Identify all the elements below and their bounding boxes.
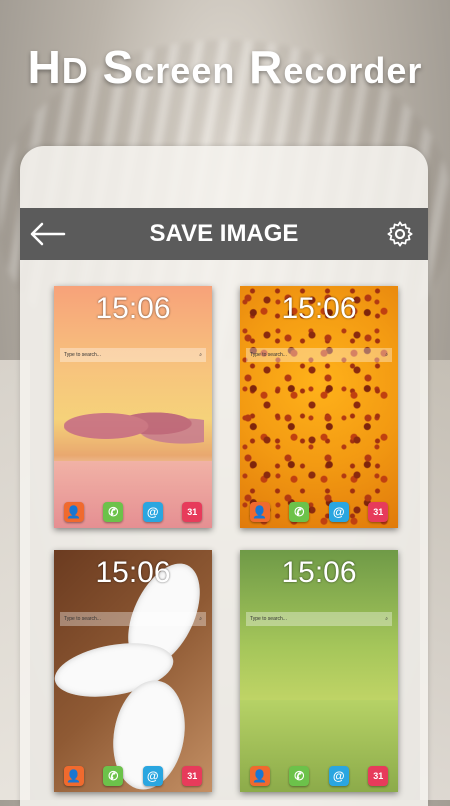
- wallpaper-card[interactable]: 15:06 Type to search... ⌕ 👤 ✆ @ 31: [54, 550, 212, 792]
- clock-time: 15:06: [95, 292, 171, 325]
- app-headline: HD Screen Recorder: [27, 41, 423, 93]
- search-icon: ⌕: [199, 352, 202, 358]
- search-icon: ⌕: [385, 352, 388, 358]
- toolbar: SAVE IMAGE: [20, 208, 428, 260]
- search-placeholder: Type to search...: [64, 616, 101, 622]
- calendar-icon[interactable]: 31: [182, 766, 203, 786]
- back-arrow-icon: [30, 222, 66, 246]
- search-icon: ⌕: [385, 616, 388, 622]
- wallpaper-card[interactable]: 15:06 Type to search... ⌕ 👤 ✆ @ 31: [54, 286, 212, 528]
- calendar-icon[interactable]: 31: [182, 502, 203, 522]
- search-placeholder: Type to search...: [250, 352, 287, 358]
- search-bar[interactable]: Type to search... ⌕: [60, 348, 206, 362]
- calendar-icon[interactable]: 31: [368, 502, 389, 522]
- app-dock: 👤 ✆ @ 31: [240, 502, 398, 522]
- wallpaper-card[interactable]: 15:06 Type to search... ⌕ 👤 ✆ @ 31: [240, 286, 398, 528]
- back-button[interactable]: [20, 208, 76, 260]
- calendar-icon[interactable]: 31: [368, 766, 389, 786]
- phone-icon[interactable]: ✆: [103, 766, 124, 786]
- gear-icon: [387, 221, 413, 247]
- clock-time: 15:06: [281, 556, 357, 589]
- mail-icon[interactable]: @: [142, 766, 163, 786]
- clock-time: 15:06: [95, 556, 171, 589]
- mail-icon[interactable]: @: [328, 502, 349, 522]
- phone-icon[interactable]: ✆: [289, 502, 310, 522]
- search-placeholder: Type to search...: [64, 352, 101, 358]
- settings-button[interactable]: [372, 208, 428, 260]
- search-bar[interactable]: Type to search... ⌕: [246, 348, 392, 362]
- app-dock: 👤 ✆ @ 31: [240, 766, 398, 786]
- mail-icon[interactable]: @: [328, 766, 349, 786]
- search-bar[interactable]: Type to search... ⌕: [246, 612, 392, 626]
- contact-icon[interactable]: 👤: [63, 502, 84, 522]
- app-dock: 👤 ✆ @ 31: [54, 502, 212, 522]
- contact-icon[interactable]: 👤: [249, 502, 270, 522]
- search-placeholder: Type to search...: [250, 616, 287, 622]
- app-dock: 👤 ✆ @ 31: [54, 766, 212, 786]
- clock-time: 15:06: [281, 292, 357, 325]
- toolbar-title: SAVE IMAGE: [149, 220, 299, 247]
- contact-icon[interactable]: 👤: [63, 766, 84, 786]
- mail-icon[interactable]: @: [142, 502, 163, 522]
- clouds-decoration: [64, 396, 204, 446]
- wallpaper-card[interactable]: 15:06 Type to search... ⌕ 👤 ✆ @ 31: [240, 550, 398, 792]
- search-bar[interactable]: Type to search... ⌕: [60, 612, 206, 626]
- contact-icon[interactable]: 👤: [249, 766, 270, 786]
- search-icon: ⌕: [199, 616, 202, 622]
- phone-icon[interactable]: ✆: [289, 766, 310, 786]
- phone-icon[interactable]: ✆: [103, 502, 124, 522]
